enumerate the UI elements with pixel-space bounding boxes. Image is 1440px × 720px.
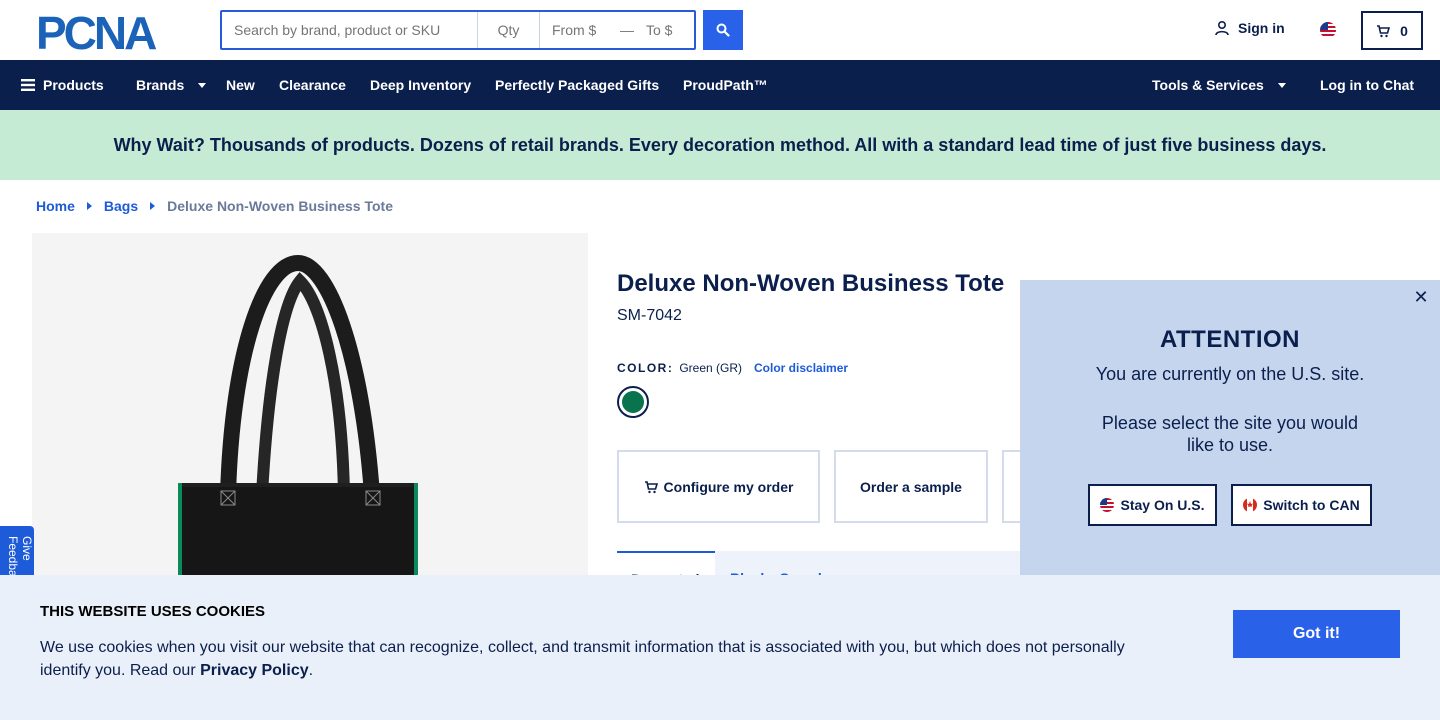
price-from-input[interactable] — [540, 12, 620, 48]
nav-tools-services[interactable]: Tools & Services — [1152, 60, 1286, 110]
nav-clearance[interactable]: Clearance — [279, 60, 346, 110]
breadcrumb: Home Bags Deluxe Non-Woven Business Tote — [36, 198, 393, 214]
cart-icon — [1377, 24, 1391, 37]
attention-current-site-text: You are currently on the U.S. site. — [1095, 364, 1365, 384]
breadcrumb-arrow-icon — [150, 202, 156, 210]
attention-title: ATTENTION — [1159, 326, 1301, 353]
cookie-banner: THIS WEBSITE USES COOKIES We use cookies… — [0, 575, 1440, 720]
breadcrumb-home[interactable]: Home — [36, 198, 75, 214]
color-label: COLOR: — [617, 361, 674, 375]
hamburger-menu-icon — [21, 79, 35, 91]
nav-perfectly-packaged-gifts[interactable]: Perfectly Packaged Gifts — [495, 60, 659, 110]
stay-on-us-button[interactable]: Stay On U.S. — [1088, 484, 1217, 526]
color-disclaimer-link[interactable]: Color disclaimer — [754, 361, 848, 375]
nav-deep-inventory[interactable]: Deep Inventory — [370, 60, 471, 110]
sign-in-label: Sign in — [1238, 20, 1285, 36]
search-input[interactable] — [222, 12, 478, 48]
search-bar: — — [220, 10, 696, 50]
nav-products-label: Products — [43, 77, 104, 93]
order-sample-button[interactable]: Order a sample — [834, 450, 988, 523]
color-value: Green (GR) — [679, 361, 743, 375]
promo-banner: Why Wait? Thousands of products. Dozens … — [0, 110, 1440, 180]
chevron-down-icon — [198, 82, 207, 88]
configure-order-label: Configure my order — [663, 478, 794, 495]
main-nav: Products Brands New Clearance Deep Inven… — [0, 60, 1440, 110]
cart-icon — [644, 480, 658, 493]
nav-new[interactable]: New — [226, 60, 255, 110]
price-to-input[interactable] — [634, 12, 694, 48]
logo-text: PCNA — [36, 11, 156, 51]
attention-select-site-text: Please select the site you would like to… — [1101, 413, 1359, 455]
qty-input[interactable] — [478, 12, 540, 48]
color-swatch-green[interactable] — [617, 386, 649, 418]
got-it-button[interactable]: Got it! — [1233, 610, 1400, 658]
search-button[interactable] — [703, 10, 743, 50]
top-header: PCNA — Sign in — [0, 0, 1440, 60]
configure-order-button[interactable]: Configure my order — [617, 450, 820, 523]
price-range-dash: — — [620, 22, 634, 38]
nav-tools-label: Tools & Services — [1152, 77, 1264, 93]
search-icon — [716, 23, 730, 37]
switch-to-can-button[interactable]: Switch to CAN — [1231, 484, 1372, 526]
order-sample-label: Order a sample — [860, 478, 962, 495]
pcna-logo[interactable]: PCNA — [36, 11, 186, 51]
privacy-policy-link[interactable]: Privacy Policy — [200, 662, 309, 679]
switch-to-can-label: Switch to CAN — [1263, 497, 1360, 513]
canada-flag-icon — [1243, 498, 1258, 512]
us-flag-icon[interactable] — [1320, 22, 1336, 38]
color-row: COLOR: Green (GR) Color disclaimer — [617, 361, 848, 375]
product-title: Deluxe Non-Woven Business Tote — [617, 270, 1005, 297]
user-icon — [1215, 20, 1229, 36]
cart-count: 0 — [1400, 22, 1408, 39]
us-flag-icon — [1100, 498, 1115, 512]
nav-products[interactable]: Products — [21, 60, 104, 110]
breadcrumb-bags[interactable]: Bags — [104, 198, 138, 214]
breadcrumb-current: Deluxe Non-Woven Business Tote — [167, 198, 393, 214]
nav-brands-label: Brands — [136, 77, 185, 93]
chevron-down-icon — [1277, 82, 1286, 88]
stay-on-us-label: Stay On U.S. — [1120, 497, 1205, 513]
site-select-modal: ✕ ATTENTION You are currently on the U.S… — [1020, 280, 1440, 576]
cookie-title: THIS WEBSITE USES COOKIES — [40, 603, 266, 620]
cookie-period: . — [308, 662, 314, 679]
cart-button[interactable]: 0 — [1361, 11, 1423, 50]
cookie-text: We use cookies when you visit our websit… — [40, 636, 1160, 682]
close-icon[interactable]: ✕ — [1412, 288, 1430, 306]
nav-brands[interactable]: Brands — [136, 60, 207, 110]
nav-proudpath[interactable]: ProudPath™ — [683, 60, 768, 110]
breadcrumb-arrow-icon — [86, 202, 92, 210]
swatch-fill — [622, 391, 644, 413]
sign-in-link[interactable]: Sign in — [1214, 20, 1285, 36]
product-sku: SM-7042 — [617, 307, 682, 324]
nav-log-in-to-chat[interactable]: Log in to Chat — [1320, 60, 1414, 110]
